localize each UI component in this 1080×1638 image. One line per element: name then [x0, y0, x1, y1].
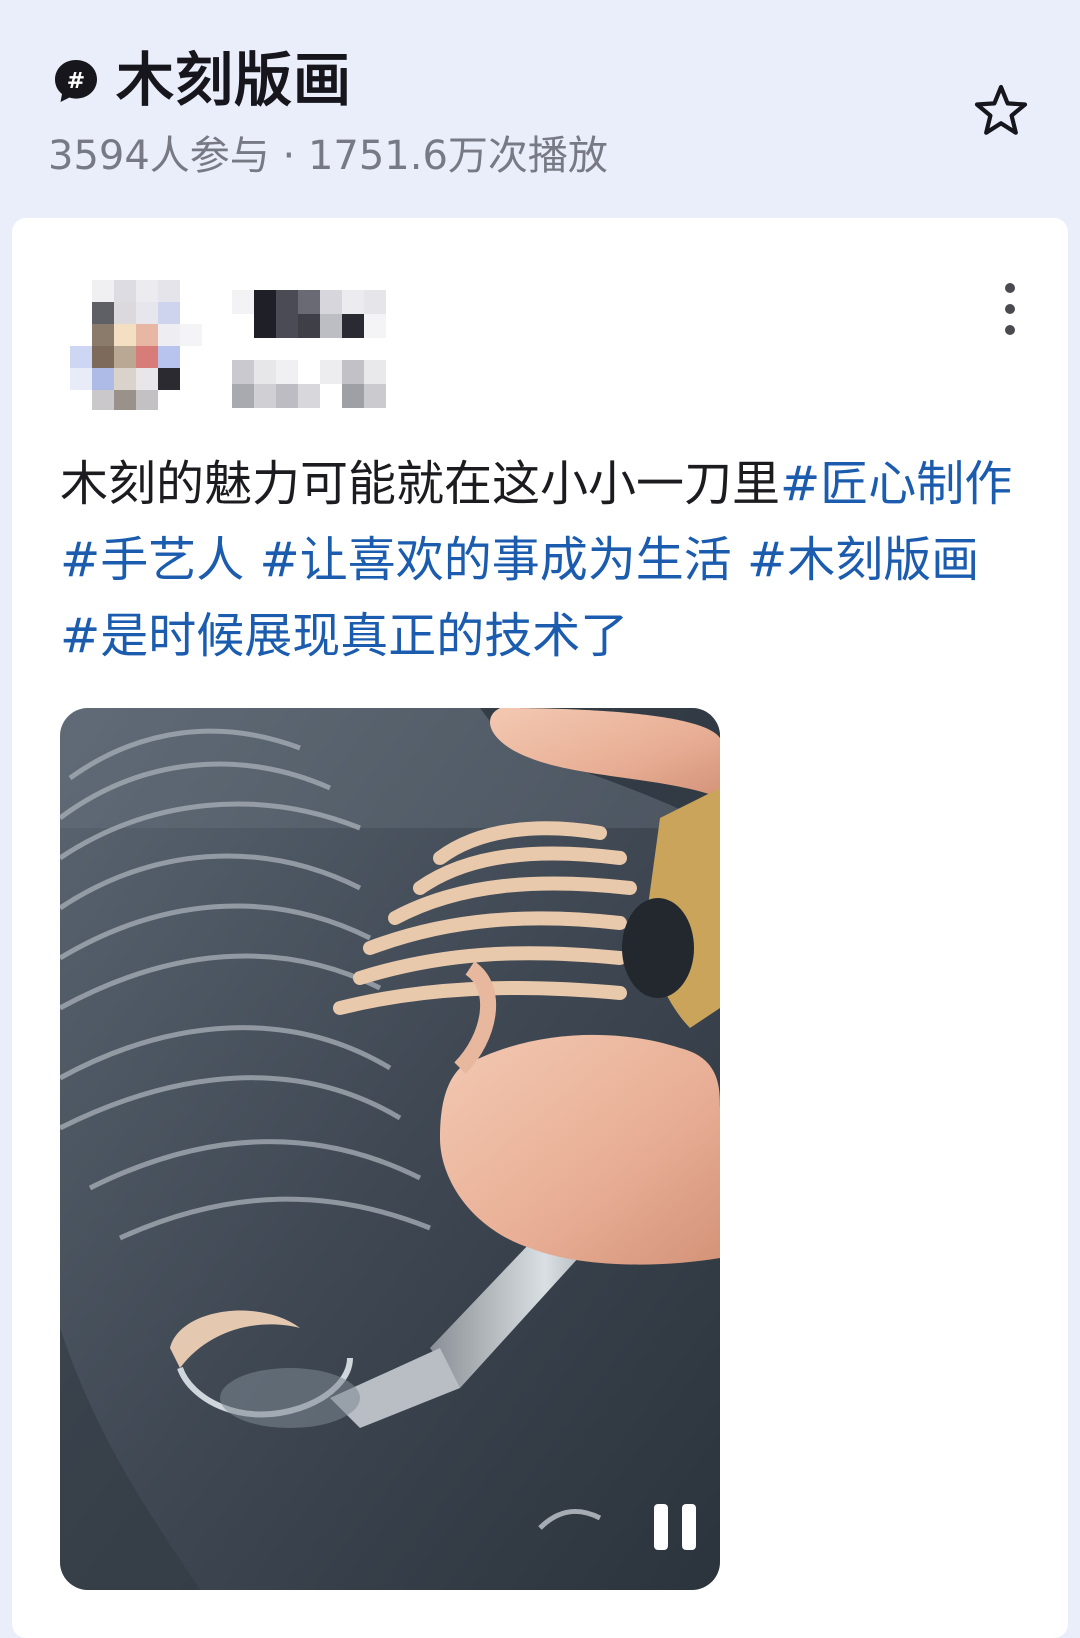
svg-text:#: #: [67, 69, 85, 94]
hashtag-link[interactable]: #是时候展现真正的技术了: [60, 608, 628, 664]
username-blurred[interactable]: [232, 290, 422, 362]
hashtag-link[interactable]: #手艺人: [60, 532, 244, 588]
hashtag-bubble-icon: #: [55, 60, 97, 102]
post-card: 木刻的魅力可能就在这小小一刀里#匠心制作 #手艺人 #让喜欢的事成为生活 #木刻…: [12, 218, 1068, 1638]
star-outline-icon[interactable]: [972, 82, 1030, 140]
more-vertical-icon[interactable]: [990, 280, 1030, 340]
topic-stats: 3594人参与 · 1751.6万次播放: [48, 133, 608, 179]
video-player[interactable]: [60, 708, 720, 1590]
topic-header: # 木刻版画 3594人参与 · 1751.6万次播放: [0, 0, 1080, 218]
hashtag-link[interactable]: #木刻版画: [747, 532, 979, 588]
hashtag-link[interactable]: #让喜欢的事成为生活: [260, 532, 732, 588]
post-text: 木刻的魅力可能就在这小小一刀里#匠心制作 #手艺人 #让喜欢的事成为生活 #木刻…: [60, 446, 1020, 674]
post-caption: 木刻的魅力可能就在这小小一刀里: [60, 456, 781, 512]
hashtag-link[interactable]: #匠心制作: [780, 456, 1012, 512]
post-meta-blurred: [232, 360, 422, 408]
video-frame: [60, 708, 720, 1590]
page-title: 木刻版画: [116, 46, 353, 114]
avatar[interactable]: [70, 270, 210, 410]
pause-icon[interactable]: [648, 1498, 704, 1558]
